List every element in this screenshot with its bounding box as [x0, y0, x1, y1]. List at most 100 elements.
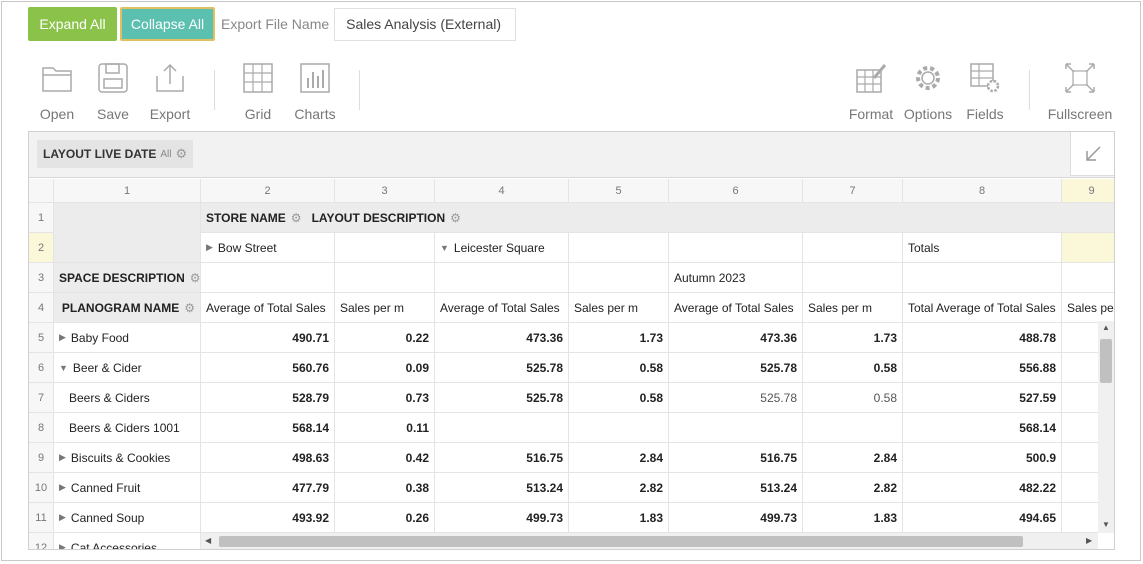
top-bar: Expand All Collapse All Export File Name… [28, 7, 517, 41]
row-member[interactable]: ▶ Canned Soup [54, 503, 201, 533]
column-header[interactable]: 2 [201, 179, 335, 203]
export-file-name-input[interactable]: Sales Analysis (External) [334, 7, 517, 41]
value-cell: 0.09 [335, 353, 435, 383]
filter-value: All [160, 148, 172, 160]
row-header[interactable]: 12 [29, 533, 54, 549]
vertical-scroll-thumb[interactable] [1100, 339, 1112, 383]
collapse-icon[interactable]: ▼ [59, 363, 68, 373]
row-member[interactable]: ▶ Biscuits & Cookies [54, 443, 201, 473]
expand-icon[interactable]: ▶ [59, 482, 66, 493]
format-button[interactable]: Format [841, 60, 901, 122]
row-header[interactable]: 11 [29, 503, 54, 533]
pivot-table: LAYOUT LIVE DATE All ⚙ 12345678912345678… [28, 131, 1115, 550]
empty-cell [569, 233, 669, 263]
planogram-name-field[interactable]: PLANOGRAM NAME ⚙ [54, 293, 201, 323]
value-cell: 499.73 [435, 503, 569, 533]
expand-icon[interactable]: ▶ [206, 242, 213, 253]
value-cell: 1.83 [803, 503, 903, 533]
value-cell: 0.38 [335, 473, 435, 503]
empty-cell [435, 263, 569, 293]
gear-icon[interactable]: ⚙ [450, 211, 461, 225]
value-cell: 1.83 [569, 503, 669, 533]
space-description-field[interactable]: SPACE DESCRIPTION ⚙ [54, 263, 201, 293]
gear-icon[interactable]: ⚙ [184, 301, 195, 315]
fullscreen-button[interactable]: Fullscreen [1047, 60, 1113, 122]
row-header[interactable]: 8 [29, 413, 54, 443]
expand-icon[interactable]: ▶ [59, 512, 66, 523]
gear-icon[interactable]: ⚙ [175, 146, 187, 162]
fields-icon [970, 63, 1000, 93]
row-header[interactable]: 10 [29, 473, 54, 503]
row-member-label: Baby Food [70, 330, 129, 345]
gear-icon[interactable]: ⚙ [291, 211, 302, 225]
collapse-all-button[interactable]: Collapse All [120, 7, 215, 41]
empty-cell [669, 233, 803, 263]
filter-chip-layout-live-date[interactable]: LAYOUT LIVE DATE All ⚙ [37, 140, 194, 168]
grid-button[interactable]: Grid [228, 60, 288, 122]
save-button[interactable]: Save [83, 60, 143, 122]
column-header[interactable]: 8 [903, 179, 1062, 203]
row-header[interactable]: 2 [29, 233, 54, 263]
column-header[interactable]: 5 [569, 179, 669, 203]
row-header[interactable]: 9 [29, 443, 54, 473]
export-file-name-label: Export File Name [221, 16, 330, 32]
row-header[interactable]: 3 [29, 263, 54, 293]
column-header[interactable]: 7 [803, 179, 903, 203]
value-cell: 513.24 [435, 473, 569, 503]
row-header[interactable]: 6 [29, 353, 54, 383]
measure-header: Average of Total Sales [435, 293, 569, 323]
report-filters-bar: LAYOUT LIVE DATE All ⚙ [29, 132, 1114, 178]
row-member[interactable]: ▼ Beer & Cider [54, 353, 201, 383]
column-header[interactable]: 1 [54, 179, 201, 203]
horizontal-scrollbar[interactable]: ◀ ▶ [201, 533, 1098, 549]
row-member[interactable]: ▶ Canned Fruit [54, 473, 201, 503]
expand-all-button[interactable]: Expand All [28, 7, 117, 41]
scroll-right-icon[interactable]: ▶ [1086, 536, 1092, 545]
column-header[interactable]: 9 [1062, 179, 1114, 203]
export-button[interactable]: Export [140, 60, 200, 122]
value-cell [569, 413, 669, 443]
scroll-up-icon[interactable]: ▲ [1102, 323, 1110, 332]
row-member-label: Canned Fruit [70, 480, 141, 495]
horizontal-scroll-thumb[interactable] [219, 536, 1023, 547]
vertical-scrollbar[interactable]: ▲ ▼ [1098, 321, 1114, 533]
grid-label: Grid [244, 106, 272, 122]
value-cell: 556.88 [903, 353, 1062, 383]
gear-icon[interactable]: ⚙ [190, 271, 200, 285]
row-member-label: Cat Accessories [70, 540, 157, 550]
row-header[interactable]: 7 [29, 383, 54, 413]
expand-icon[interactable]: ▶ [59, 542, 66, 549]
column-header[interactable]: 4 [435, 179, 569, 203]
row-header[interactable]: 5 [29, 323, 54, 353]
collapse-layout-button[interactable] [1070, 132, 1114, 176]
row-member[interactable]: ▶ Baby Food [54, 323, 201, 353]
charts-button[interactable]: Charts [285, 60, 345, 122]
bow-street-label: Bow Street [217, 240, 277, 255]
column-fields-row: STORE NAME ⚙ LAYOUT DESCRIPTION ⚙ [201, 203, 1114, 233]
folder-open-icon [42, 67, 72, 92]
column-header[interactable]: 3 [335, 179, 435, 203]
leicester-square-header[interactable]: ▼ Leicester Square [435, 233, 569, 263]
collapse-icon[interactable]: ▼ [440, 243, 449, 253]
charts-label: Charts [294, 106, 336, 122]
row-member[interactable]: Beers & Ciders 1001 [54, 413, 201, 443]
row-member[interactable]: ▶ Cat Accessories [54, 533, 201, 550]
value-cell: 477.79 [201, 473, 335, 503]
open-button[interactable]: Open [27, 60, 87, 122]
value-cell: 516.75 [669, 443, 803, 473]
row-member[interactable]: Beers & Ciders [54, 383, 201, 413]
measure-header: Sales per [1062, 293, 1114, 323]
value-cell: 494.65 [903, 503, 1062, 533]
expand-icon[interactable]: ▶ [59, 332, 66, 343]
row-member-label: Canned Soup [70, 510, 145, 525]
options-button[interactable]: Options [898, 60, 958, 122]
value-cell: 527.59 [903, 383, 1062, 413]
column-header[interactable]: 6 [669, 179, 803, 203]
scroll-down-icon[interactable]: ▼ [1102, 520, 1110, 529]
fields-button[interactable]: Fields [955, 60, 1015, 122]
row-header[interactable]: 4 [29, 293, 54, 323]
expand-icon[interactable]: ▶ [59, 452, 66, 463]
scroll-left-icon[interactable]: ◀ [205, 536, 211, 545]
bow-street-header[interactable]: ▶ Bow Street [201, 233, 335, 263]
row-header[interactable]: 1 [29, 203, 54, 233]
